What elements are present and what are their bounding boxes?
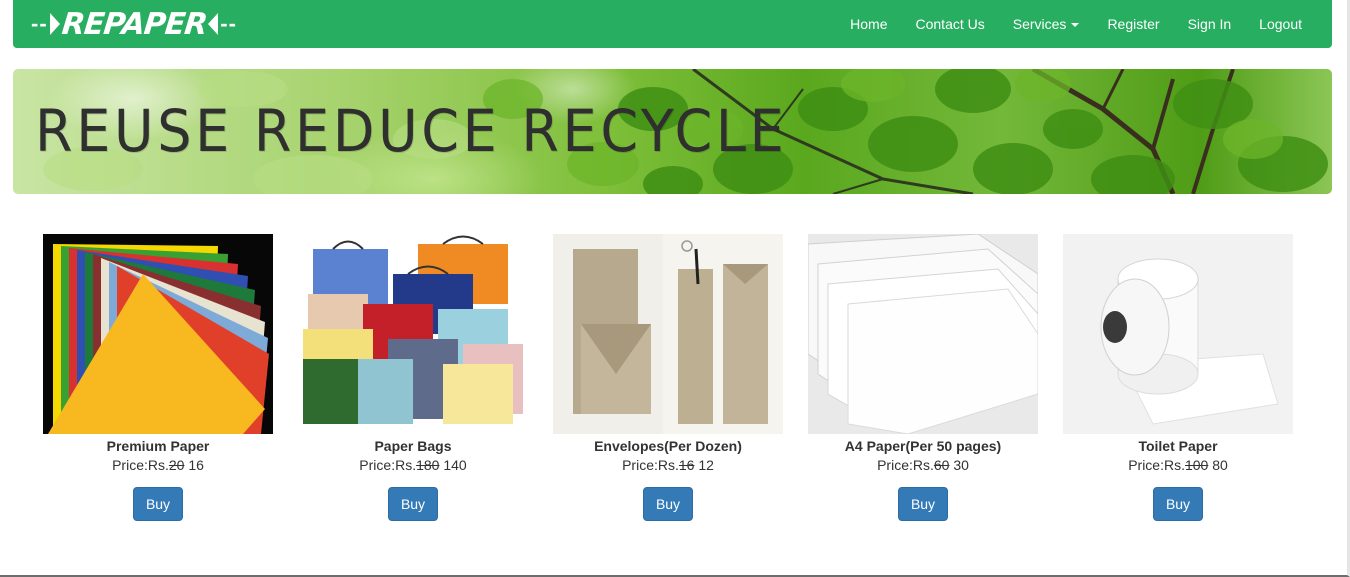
product-image-premium-paper[interactable] [43, 234, 273, 434]
product-name: Premium Paper [106, 438, 210, 454]
product-name: Toilet Paper [1138, 438, 1218, 454]
new-price: 30 [949, 457, 969, 473]
brand-arrow-icon [49, 13, 60, 35]
nav-logout[interactable]: Logout [1245, 0, 1316, 48]
product-card: Paper Bags Price:Rs.180 140 Buy [298, 234, 528, 521]
product-image-envelopes[interactable] [553, 234, 783, 434]
new-price: 80 [1208, 457, 1228, 473]
buy-button[interactable]: Buy [898, 487, 948, 521]
new-price: 140 [439, 457, 467, 473]
product-name: Envelopes(Per Dozen) [594, 438, 742, 454]
product-grid: Premium Paper Price:Rs.20 16 Buy Paper B… [43, 234, 1323, 521]
buy-button[interactable]: Buy [1153, 487, 1203, 521]
product-price: Price:Rs.16 12 [622, 457, 714, 473]
product-image-a4-paper[interactable] [808, 234, 1038, 434]
buy-button[interactable]: Buy [643, 487, 693, 521]
old-price: 20 [168, 457, 185, 473]
brand-name: REPAPER [59, 6, 209, 42]
buy-button[interactable]: Buy [388, 487, 438, 521]
nav-menu: Home Contact Us Services Register Sign I… [836, 0, 1332, 48]
new-price: 12 [694, 457, 714, 473]
nav-contact-us[interactable]: Contact Us [902, 0, 999, 48]
brand-dashes-left: -- [31, 11, 48, 36]
product-image-paper-bags[interactable] [298, 234, 528, 434]
product-name: A4 Paper(Per 50 pages) [844, 438, 1002, 454]
nav-home[interactable]: Home [836, 0, 901, 48]
product-card: A4 Paper(Per 50 pages) Price:Rs.60 30 Bu… [808, 234, 1038, 521]
old-price: 60 [933, 457, 950, 473]
product-image-toilet-paper[interactable] [1063, 234, 1293, 434]
nav-register[interactable]: Register [1093, 0, 1173, 48]
product-price: Price:Rs.100 80 [1128, 457, 1228, 473]
product-card: Toilet Paper Price:Rs.100 80 Buy [1063, 234, 1293, 521]
old-price: 16 [678, 457, 695, 473]
buy-button[interactable]: Buy [133, 487, 183, 521]
old-price: 180 [416, 457, 440, 473]
caret-down-icon [1071, 23, 1080, 27]
product-card: Premium Paper Price:Rs.20 16 Buy [43, 234, 273, 521]
hero-banner: REUSE REDUCE RECYCLE [13, 69, 1332, 194]
product-card: Envelopes(Per Dozen) Price:Rs.16 12 Buy [553, 234, 783, 521]
nav-services-dropdown[interactable]: Services [999, 0, 1094, 48]
product-name: Paper Bags [374, 438, 452, 454]
product-price: Price:Rs.60 30 [877, 457, 969, 473]
nav-sign-in[interactable]: Sign In [1174, 0, 1246, 48]
navbar: -- REPAPER -- Home Contact Us Services R… [13, 0, 1332, 48]
brand-logo[interactable]: -- REPAPER -- [13, 0, 237, 48]
product-price: Price:Rs.20 16 [112, 457, 204, 473]
banner-tagline: REUSE REDUCE RECYCLE [35, 97, 788, 165]
new-price: 16 [184, 457, 204, 473]
product-price: Price:Rs.180 140 [359, 457, 467, 473]
brand-dashes-right: -- [220, 11, 237, 36]
brand-arrow-icon [208, 13, 219, 35]
page: -- REPAPER -- Home Contact Us Services R… [0, 0, 1350, 577]
old-price: 100 [1184, 457, 1209, 473]
